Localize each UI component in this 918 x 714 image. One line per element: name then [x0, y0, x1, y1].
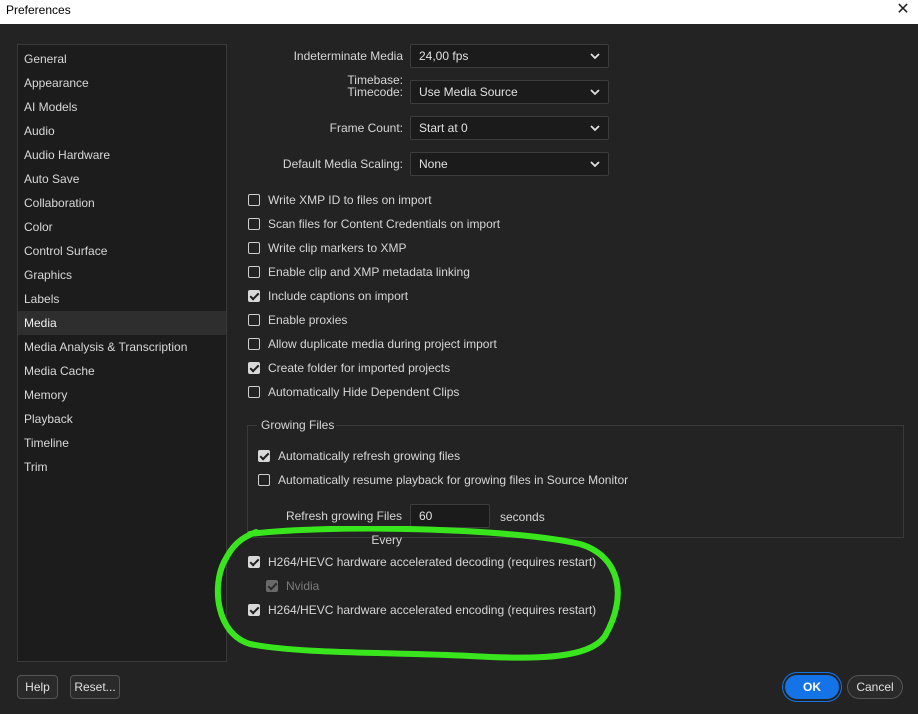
sidebar-item-auto-save[interactable]: Auto Save	[18, 167, 226, 191]
checkbox-checked[interactable]	[248, 362, 260, 374]
checkbox-label: Enable proxies	[268, 313, 348, 327]
ok-button[interactable]: OK	[785, 675, 839, 699]
checkbox-label: Write XMP ID to files on import	[268, 193, 432, 207]
highlight-annotation	[214, 526, 621, 661]
checkbox-label: Include captions on import	[268, 289, 409, 303]
sidebar-item-audio-hardware[interactable]: Audio Hardware	[18, 143, 226, 167]
media-scaling-dropdown[interactable]: None	[410, 152, 609, 176]
frame-count-dropdown[interactable]: Start at 0	[410, 116, 609, 140]
refresh-interval-label: Refresh growing Files Every	[285, 509, 402, 547]
window-title: Preferences	[6, 3, 71, 17]
timebase-value: 24,00 fps	[419, 49, 469, 63]
group-border	[247, 425, 257, 426]
preferences-sidebar: General Appearance AI Models Audio Audio…	[17, 44, 227, 662]
chevron-down-icon	[590, 125, 600, 132]
checkbox-checked[interactable]	[258, 450, 270, 462]
sidebar-item-playback[interactable]: Playback	[18, 407, 226, 431]
media-scaling-label: Default Media Scaling:	[282, 157, 403, 171]
checkbox-label: Enable clip and XMP metadata linking	[268, 265, 470, 279]
sidebar-item-general[interactable]: General	[18, 47, 226, 71]
checkbox-disabled	[266, 580, 278, 592]
sidebar-item-ai-models[interactable]: AI Models	[18, 95, 226, 119]
sidebar-item-control-surface[interactable]: Control Surface	[18, 239, 226, 263]
sidebar-item-graphics[interactable]: Graphics	[18, 263, 226, 287]
checkbox[interactable]	[248, 338, 260, 350]
sidebar-item-color[interactable]: Color	[18, 215, 226, 239]
checkbox[interactable]	[258, 474, 270, 486]
timebase-dropdown[interactable]: 24,00 fps	[410, 44, 609, 68]
frame-count-value: Start at 0	[419, 121, 468, 135]
checkbox-label: Nvidia	[286, 579, 320, 593]
sidebar-item-audio[interactable]: Audio	[18, 119, 226, 143]
checkbox-checked[interactable]	[248, 556, 260, 568]
checkbox-label: Scan files for Content Credentials on im…	[268, 217, 501, 231]
sidebar-item-memory[interactable]: Memory	[18, 383, 226, 407]
cancel-button[interactable]: Cancel	[847, 675, 903, 699]
checkbox-checked[interactable]	[248, 290, 260, 302]
checkbox-label: Create folder for imported projects	[268, 361, 451, 375]
group-border	[330, 425, 904, 426]
timecode-label: Timecode:	[347, 85, 403, 99]
refresh-interval-input[interactable]: 60	[410, 504, 490, 528]
checkbox-checked[interactable]	[248, 604, 260, 616]
checkbox-label: Automatically refresh growing files	[278, 449, 461, 463]
media-scaling-value: None	[419, 157, 448, 171]
checkbox[interactable]	[248, 386, 260, 398]
sidebar-item-timeline[interactable]: Timeline	[18, 431, 226, 455]
checkbox-label: Write clip markers to XMP	[268, 241, 407, 255]
checkbox[interactable]	[248, 218, 260, 230]
sidebar-item-collaboration[interactable]: Collaboration	[18, 191, 226, 215]
sidebar-item-media-cache[interactable]: Media Cache	[18, 359, 226, 383]
timebase-label: Indeterminate Media Timebase:	[293, 49, 403, 87]
refresh-unit-label: seconds	[500, 510, 545, 524]
sidebar-item-trim[interactable]: Trim	[18, 455, 226, 479]
frame-count-label: Frame Count:	[329, 121, 403, 135]
checkbox-label: H264/HEVC hardware accelerated encoding …	[268, 603, 597, 617]
checkbox-label: Allow duplicate media during project imp…	[268, 337, 497, 351]
sidebar-item-media-analysis[interactable]: Media Analysis & Transcription	[18, 335, 226, 359]
checkbox-label: Automatically resume playback for growin…	[278, 473, 629, 487]
checkbox[interactable]	[248, 194, 260, 206]
sidebar-item-appearance[interactable]: Appearance	[18, 71, 226, 95]
chevron-down-icon	[590, 53, 600, 60]
reset-button[interactable]: Reset...	[70, 675, 120, 699]
checkbox[interactable]	[248, 242, 260, 254]
checkbox-label: H264/HEVC hardware accelerated decoding …	[268, 555, 597, 569]
sidebar-item-media[interactable]: Media	[18, 311, 226, 335]
checkbox[interactable]	[248, 314, 260, 326]
help-button[interactable]: Help	[17, 675, 58, 699]
close-icon[interactable]: ✕	[892, 0, 914, 22]
timecode-value: Use Media Source	[419, 85, 518, 99]
timecode-dropdown[interactable]: Use Media Source	[410, 80, 609, 104]
sidebar-item-labels[interactable]: Labels	[18, 287, 226, 311]
checkbox[interactable]	[248, 266, 260, 278]
checkbox-label: Automatically Hide Dependent Clips	[268, 385, 460, 399]
chevron-down-icon	[590, 89, 600, 96]
growing-files-title: Growing Files	[259, 418, 337, 432]
chevron-down-icon	[590, 161, 600, 168]
title-bar: Preferences ✕	[0, 0, 918, 24]
